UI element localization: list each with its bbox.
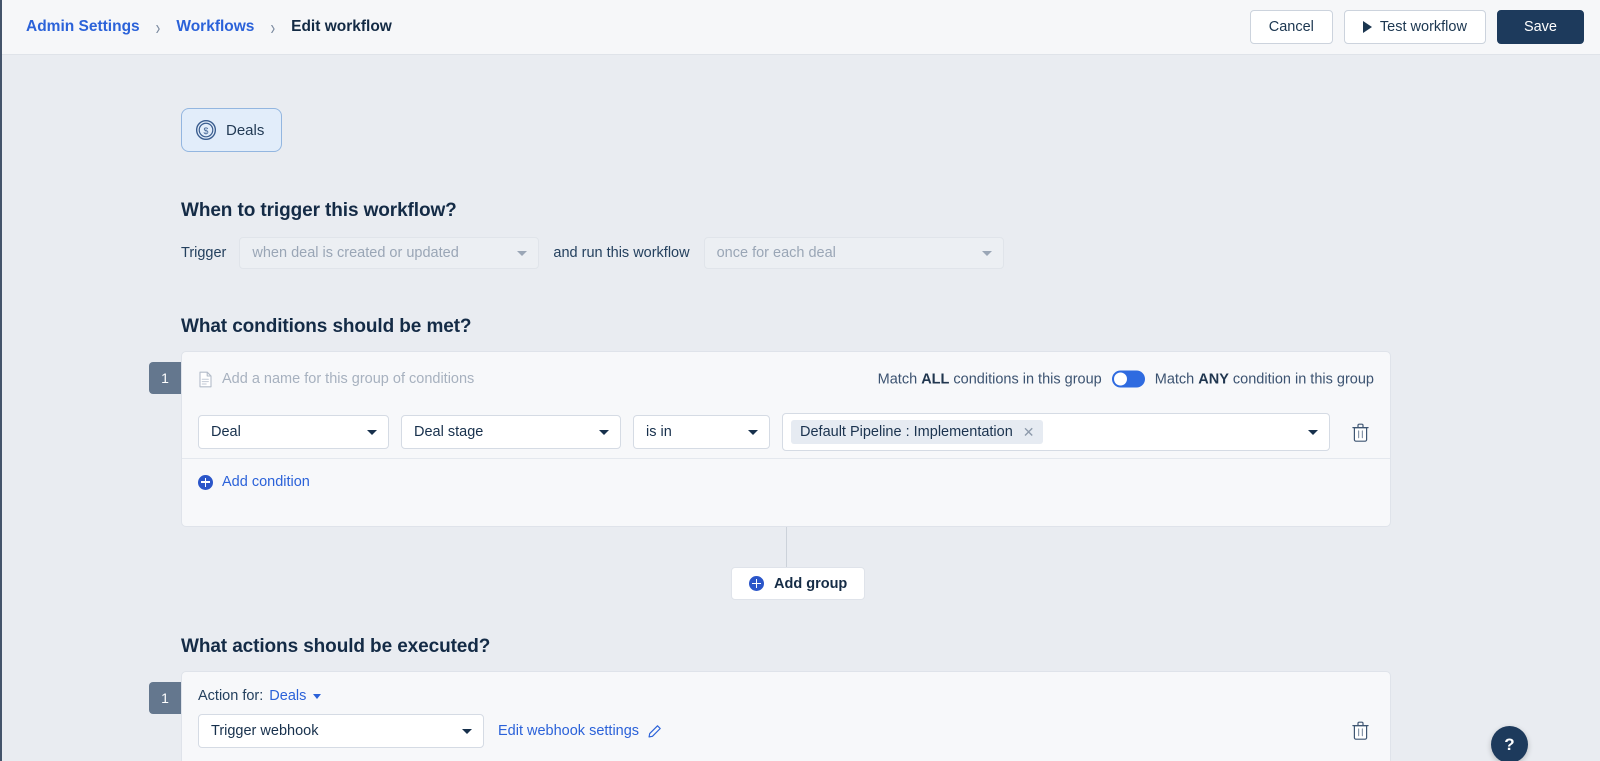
add-group-button[interactable]: Add group (731, 567, 866, 600)
action-type-select[interactable]: Trigger webhook (198, 714, 484, 748)
run-workflow-label: and run this workflow (553, 245, 690, 261)
document-icon (199, 371, 212, 387)
toggle-knob (1113, 372, 1127, 386)
delete-action-button[interactable] (1346, 716, 1374, 744)
dollar-coin-icon: $ (195, 119, 217, 141)
action-group-card: Action for: Deals Trigger webhook Edit w… (181, 671, 1391, 761)
delete-condition-button[interactable] (1346, 418, 1374, 446)
condition-field-select[interactable]: Deal (198, 415, 389, 449)
action-for-label: Action for: (198, 688, 264, 704)
edit-webhook-settings-link[interactable]: Edit webhook settings (498, 723, 662, 739)
condition-attribute-select[interactable]: Deal stage (401, 415, 621, 449)
action-for-object-select[interactable]: Deals (269, 688, 306, 704)
trigger-label: Trigger (181, 245, 227, 261)
breadcrumb-separator: › (270, 15, 276, 39)
plus-circle-icon (198, 474, 213, 490)
chevron-down-icon (367, 430, 377, 435)
match-mode-control: Match ALL conditions in this group Match… (877, 370, 1374, 388)
action-for-row: Action for: Deals (182, 672, 1390, 704)
chevron-down-icon (1308, 430, 1318, 435)
save-button[interactable]: Save (1496, 10, 1584, 44)
workflow-editor-page: Admin Settings › Workflows › Edit workfl… (0, 0, 1600, 761)
save-button-label: Save (1523, 19, 1557, 35)
condition-group-number: 1 (149, 362, 181, 394)
test-workflow-button-label: Test workflow (1379, 19, 1467, 35)
condition-row: Deal Deal stage is in Default Pipeline :… (182, 406, 1390, 458)
svg-text:$: $ (204, 126, 209, 136)
conditions-section-heading: What conditions should be met? (181, 316, 472, 337)
run-mode-select[interactable]: once for each deal (703, 237, 1004, 269)
chevron-down-icon (599, 430, 609, 435)
edit-webhook-settings-label: Edit webhook settings (498, 723, 640, 739)
card-divider (182, 458, 1390, 459)
trigger-event-select[interactable]: when deal is created or updated (239, 237, 540, 269)
breadcrumb-edit-workflow: Edit workflow (291, 18, 392, 35)
condition-operator-value: is in (646, 424, 672, 440)
trigger-section-heading: When to trigger this workflow? (181, 200, 457, 221)
action-type-value: Trigger webhook (211, 723, 319, 739)
trash-icon (1351, 423, 1369, 442)
trigger-event-value: when deal is created or updated (252, 245, 459, 261)
run-mode-value: once for each deal (716, 245, 836, 261)
condition-group-name-input[interactable]: Add a name for this group of conditions (198, 371, 474, 388)
chevron-down-icon (981, 251, 992, 256)
condition-group-name-placeholder: Add a name for this group of conditions (222, 371, 475, 387)
cancel-button-label: Cancel (1268, 19, 1314, 35)
test-workflow-button[interactable]: Test workflow (1343, 10, 1486, 44)
condition-attribute-value: Deal stage (414, 424, 484, 440)
breadcrumb-workflows[interactable]: Workflows (176, 18, 254, 36)
close-icon[interactable]: ✕ (1023, 425, 1035, 439)
help-button[interactable]: ? (1491, 726, 1528, 761)
play-icon (1362, 21, 1372, 33)
chevron-down-icon (517, 251, 528, 256)
condition-value-token-label: Default Pipeline : Implementation (800, 424, 1013, 440)
condition-value-token: Default Pipeline : Implementation ✕ (791, 420, 1043, 444)
breadcrumb-separator: › (155, 15, 161, 39)
top-bar: Admin Settings › Workflows › Edit workfl… (2, 0, 1600, 55)
chevron-down-icon (748, 430, 758, 435)
action-group-number: 1 (149, 682, 181, 714)
breadcrumb-admin-settings[interactable]: Admin Settings (26, 18, 140, 36)
workflow-canvas: $ Deals When to trigger this workflow? T… (2, 55, 1600, 761)
breadcrumb: Admin Settings › Workflows › Edit workfl… (26, 15, 1250, 39)
condition-group-card: Add a name for this group of conditions … (181, 351, 1391, 527)
top-bar-actions: Cancel Test workflow Save (1249, 10, 1584, 44)
chevron-down-icon (462, 729, 472, 734)
object-chip-label: Deals (226, 121, 265, 139)
pencil-icon (648, 724, 661, 738)
condition-field-value: Deal (211, 424, 241, 440)
chevron-down-icon[interactable] (313, 693, 322, 699)
match-any-label: Match ANY condition in this group (1154, 371, 1374, 387)
match-mode-toggle[interactable] (1111, 370, 1145, 388)
condition-operator-select[interactable]: is in (633, 415, 770, 449)
cancel-button[interactable]: Cancel (1249, 10, 1333, 44)
object-chip-deals[interactable]: $ Deals (181, 108, 283, 152)
add-condition-label: Add condition (222, 474, 310, 490)
group-connector-line (786, 527, 787, 570)
actions-section-heading: What actions should be executed? (181, 636, 491, 657)
action-row: Trigger webhook Edit webhook settings (182, 704, 1390, 748)
plus-circle-icon (749, 576, 764, 591)
add-condition-button[interactable]: Add condition (182, 459, 326, 505)
add-group-label: Add group (774, 575, 848, 592)
trigger-row: Trigger when deal is created or updated … (181, 237, 1004, 269)
condition-value-multiselect[interactable]: Default Pipeline : Implementation ✕ (782, 413, 1330, 451)
condition-group-header: Add a name for this group of conditions … (182, 352, 1390, 406)
match-all-label: Match ALL conditions in this group (877, 371, 1102, 387)
trash-icon (1351, 721, 1369, 740)
